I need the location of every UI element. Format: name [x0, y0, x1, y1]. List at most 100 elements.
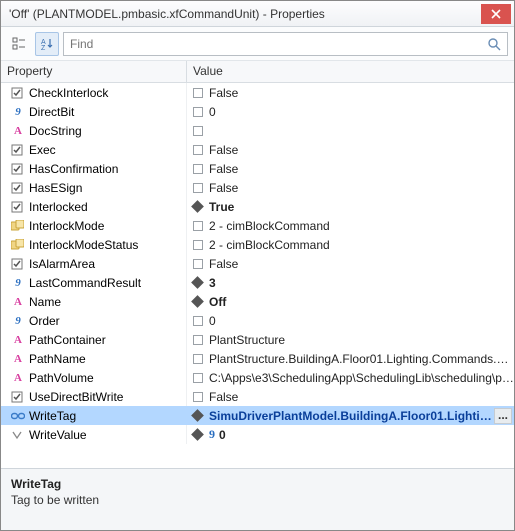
property-name: Exec: [29, 143, 56, 157]
property-row[interactable]: WriteValue 90: [1, 425, 514, 444]
property-name-cell[interactable]: ADocString: [1, 121, 187, 140]
property-value-cell[interactable]: False: [187, 254, 514, 273]
property-value-cell[interactable]: 0: [187, 311, 514, 330]
number-icon: 9: [11, 106, 25, 118]
property-value-cell[interactable]: 2 - cimBlockCommand: [187, 235, 514, 254]
property-value-cell[interactable]: 90: [187, 425, 514, 444]
property-value-cell[interactable]: [187, 121, 514, 140]
property-value-cell[interactable]: False: [187, 178, 514, 197]
property-name-cell[interactable]: 9DirectBit: [1, 102, 187, 121]
property-value: False: [209, 181, 514, 195]
property-value: False: [209, 257, 514, 271]
property-name-cell[interactable]: HasConfirmation: [1, 159, 187, 178]
property-row[interactable]: A PathVolume C:\Apps\e3\SchedulingApp\Sche…: [1, 368, 514, 387]
property-name-cell[interactable]: CheckInterlock: [1, 83, 187, 102]
property-value-cell[interactable]: PlantStructure.BuildingA.Floor01.Lightin…: [187, 349, 514, 368]
grid-header: Property Value: [1, 61, 514, 83]
property-name: Name: [29, 295, 61, 309]
enum-icon: [11, 220, 25, 232]
property-row[interactable]: InterlockModeStatus 2 - cimBlockCommand: [1, 235, 514, 254]
categorized-button[interactable]: [7, 32, 31, 56]
property-name-cell[interactable]: InterlockModeStatus: [1, 235, 187, 254]
property-name-cell[interactable]: A PathVolume: [1, 368, 187, 387]
property-name-cell[interactable]: 9LastCommandResult: [1, 273, 187, 292]
property-value-cell[interactable]: 0: [187, 102, 514, 121]
header-value[interactable]: Value: [187, 61, 514, 82]
modified-marker-icon: [191, 409, 204, 422]
property-value-cell[interactable]: SimuDriverPlantModel.BuildingA.Floor01.L…: [187, 406, 514, 425]
property-row[interactable]: ADocString: [1, 121, 514, 140]
property-value: 2 - cimBlockCommand: [209, 238, 514, 252]
property-name-cell[interactable]: 9Order: [1, 311, 187, 330]
property-name-cell[interactable]: IsAlarmArea: [1, 254, 187, 273]
search-icon: [487, 37, 501, 51]
property-row[interactable]: IsAlarmArea False: [1, 254, 514, 273]
toolbar: A Z: [1, 27, 514, 61]
property-row[interactable]: APathContainerPlantStructure: [1, 330, 514, 349]
property-name: InterlockModeStatus: [29, 238, 138, 252]
search-box[interactable]: [63, 32, 508, 56]
number-icon: 9: [11, 277, 25, 289]
property-row[interactable]: Exec False: [1, 140, 514, 159]
enum-icon: [11, 239, 25, 251]
property-row[interactable]: HasESign False: [1, 178, 514, 197]
property-name-cell[interactable]: WriteValue: [1, 425, 187, 444]
property-name: WriteValue: [29, 428, 87, 442]
property-value: PlantStructure.BuildingA.Floor01.Lightin…: [209, 352, 514, 366]
bool-icon: [11, 182, 25, 194]
search-input[interactable]: [70, 37, 487, 51]
property-value: False: [209, 162, 514, 176]
categorized-icon: [12, 37, 26, 51]
property-row[interactable]: InterlockMode 2 - cimBlockCommand: [1, 216, 514, 235]
property-name-cell[interactable]: UseDirectBitWrite: [1, 387, 187, 406]
modified-marker-icon: [191, 428, 204, 441]
property-value-cell[interactable]: Off: [187, 292, 514, 311]
property-name-cell[interactable]: Interlocked: [1, 197, 187, 216]
property-name: HasConfirmation: [29, 162, 118, 176]
property-value-cell[interactable]: False: [187, 140, 514, 159]
close-button[interactable]: [481, 4, 511, 24]
browse-button[interactable]: ...: [494, 408, 512, 424]
property-value: 2 - cimBlockCommand: [209, 219, 514, 233]
property-name-cell[interactable]: InterlockMode: [1, 216, 187, 235]
property-value-cell[interactable]: False: [187, 159, 514, 178]
bool-icon: [11, 163, 25, 175]
property-name-cell[interactable]: HasESign: [1, 178, 187, 197]
property-name: PathVolume: [29, 371, 94, 385]
property-name: Interlocked: [29, 200, 88, 214]
property-row[interactable]: APathName PlantStructure.BuildingA.Floor0…: [1, 349, 514, 368]
link-icon: [11, 411, 25, 421]
header-property[interactable]: Property: [1, 61, 187, 82]
property-value-cell[interactable]: PlantStructure: [187, 330, 514, 349]
property-name-cell[interactable]: WriteTag: [1, 406, 187, 425]
property-grid: CheckInterlockFalse9DirectBit0ADocString…: [1, 83, 514, 468]
alphabetical-button[interactable]: A Z: [35, 32, 59, 56]
property-value: False: [209, 143, 514, 157]
property-name-cell[interactable]: APathContainer: [1, 330, 187, 349]
property-row[interactable]: ANameOff: [1, 292, 514, 311]
default-marker-icon: [193, 183, 203, 193]
property-name-cell[interactable]: Exec: [1, 140, 187, 159]
property-row[interactable]: UseDirectBitWriteFalse: [1, 387, 514, 406]
property-name: PathName: [29, 352, 86, 366]
property-value-cell[interactable]: 3: [187, 273, 514, 292]
property-name-cell[interactable]: APathName: [1, 349, 187, 368]
string-icon: A: [11, 372, 25, 384]
sort-alpha-icon: A Z: [40, 37, 54, 51]
property-value-cell[interactable]: 2 - cimBlockCommand: [187, 216, 514, 235]
property-row[interactable]: CheckInterlockFalse: [1, 83, 514, 102]
property-row[interactable]: WriteTagSimuDriverPlantModel.BuildingA.F…: [1, 406, 514, 425]
property-name: HasESign: [29, 181, 82, 195]
default-marker-icon: [193, 221, 203, 231]
property-row[interactable]: 9Order0: [1, 311, 514, 330]
property-value-cell[interactable]: True: [187, 197, 514, 216]
property-row[interactable]: 9DirectBit0: [1, 102, 514, 121]
property-value: 3: [209, 276, 514, 290]
property-row[interactable]: HasConfirmation False: [1, 159, 514, 178]
property-value-cell[interactable]: C:\Apps\e3\SchedulingApp\SchedulingLib\s…: [187, 368, 514, 387]
property-value-cell[interactable]: False: [187, 387, 514, 406]
property-name-cell[interactable]: AName: [1, 292, 187, 311]
property-row[interactable]: Interlocked True: [1, 197, 514, 216]
property-value-cell[interactable]: False: [187, 83, 514, 102]
property-row[interactable]: 9LastCommandResult 3: [1, 273, 514, 292]
